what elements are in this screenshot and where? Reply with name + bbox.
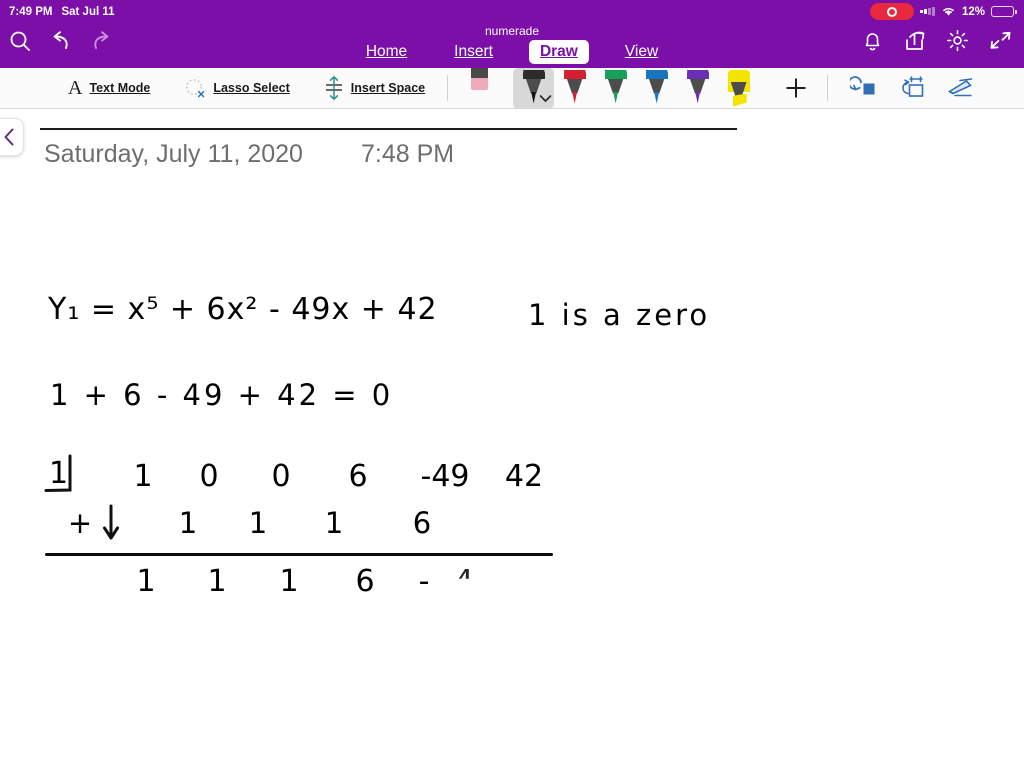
battery-icon <box>991 6 1017 17</box>
pen-red-icon <box>560 68 590 109</box>
insert-space-button[interactable]: Insert Space <box>314 71 435 105</box>
text-mode-button[interactable]: A Text Mode <box>58 71 160 105</box>
back-button[interactable] <box>0 118 24 156</box>
synthetic-division-top-row: 1 0 0 6 -49 42 <box>133 459 544 494</box>
tab-draw[interactable]: Draw <box>528 40 589 64</box>
cellular-signal-icon <box>920 7 935 17</box>
note-canvas[interactable]: Saturday, July 11, 2020 7:48 PM Y₁ = x⁵ … <box>0 109 1024 768</box>
text-mode-icon: A <box>68 77 83 99</box>
ink-replay-button[interactable] <box>888 71 936 105</box>
plus-icon <box>783 75 809 101</box>
lasso-select-icon <box>184 77 206 99</box>
insert-space-label: Insert Space <box>350 81 426 95</box>
pen-green-icon <box>601 68 631 109</box>
page-header-rule <box>40 128 737 130</box>
status-clock: 7:49 PM <box>9 5 53 18</box>
ink-check-sum: 1 + 6 - 49 + 42 = 0 <box>50 378 394 412</box>
tab-view[interactable]: View <box>614 40 669 64</box>
ribbon-right-actions <box>862 29 1012 52</box>
status-date: Sat Jul 11 <box>61 5 115 18</box>
synthetic-division-result-row: 1 1 1 6 - 4 <box>136 564 474 599</box>
pen-tray <box>458 67 759 109</box>
lasso-select-button[interactable]: Lasso Select <box>174 71 299 105</box>
add-pen-button[interactable] <box>773 71 819 105</box>
ink-equation: Y₁ = x⁵ + 6x² - 49x + 42 <box>48 292 438 327</box>
arrow-down-icon <box>98 504 124 549</box>
chevron-down-icon[interactable] <box>539 90 552 108</box>
toolbar-divider-2 <box>827 75 829 101</box>
ink-side-note: 1 is a zero <box>528 298 711 332</box>
synthetic-division-divisor: 1 <box>49 456 69 491</box>
synthetic-division-rule <box>45 553 553 556</box>
page-date-label: Saturday, July 11, 2020 <box>44 140 303 168</box>
lasso-select-label: Lasso Select <box>213 81 290 95</box>
pen-slot-green[interactable] <box>595 68 636 109</box>
ink-editor-button[interactable] <box>936 71 984 105</box>
draw-toolbar: A Text Mode Lasso Select Insert Space <box>0 67 1024 109</box>
highlighter-yellow-icon <box>724 68 754 109</box>
gear-icon[interactable] <box>946 29 969 52</box>
status-bar-left: 7:49 PM Sat Jul 11 <box>0 6 115 18</box>
ink-eraser-pen-icon <box>946 77 974 99</box>
share-icon[interactable] <box>903 30 926 52</box>
collapse-ribbon-icon[interactable] <box>989 30 1012 51</box>
pen-slot-gap <box>499 68 513 109</box>
page-header: Saturday, July 11, 2020 7:48 PM <box>44 140 454 169</box>
bell-icon[interactable] <box>862 30 883 52</box>
chevron-left-icon <box>3 128 16 146</box>
battery-percent-label: 12% <box>961 5 985 18</box>
pen-slot-eraser[interactable] <box>458 67 499 109</box>
pen-slot-blue[interactable] <box>636 68 677 109</box>
toolbar-divider <box>447 75 449 101</box>
pen-slot-highlighter[interactable] <box>718 68 759 109</box>
eraser-icon <box>464 67 494 109</box>
record-pill-icon[interactable] <box>870 3 915 20</box>
record-dot-icon <box>887 6 898 17</box>
pen-purple-icon <box>683 68 713 109</box>
pen-slot-black[interactable] <box>513 67 555 109</box>
ink-to-shape-icon <box>850 76 878 100</box>
ink-to-shape-button[interactable] <box>840 71 888 105</box>
status-bar: 7:49 PM Sat Jul 11 12% <box>0 0 1024 23</box>
wifi-icon <box>941 6 956 17</box>
ribbon-bar: numerade Home Insert Draw View <box>0 23 1024 68</box>
insert-space-icon <box>324 75 344 101</box>
tab-home[interactable]: Home <box>355 40 418 64</box>
pen-slot-red[interactable] <box>554 68 595 109</box>
text-mode-label: Text Mode <box>89 81 151 95</box>
pen-slot-purple[interactable] <box>677 68 718 109</box>
status-bar-right: 12% <box>870 3 1024 20</box>
draw-mode-tools: A Text Mode Lasso Select Insert Space <box>0 71 435 105</box>
pen-blue-icon <box>642 68 672 109</box>
ink-replay-icon <box>898 75 926 101</box>
app-root: 7:49 PM Sat Jul 11 12% numerade Home Ins… <box>0 0 1024 768</box>
tab-insert[interactable]: Insert <box>443 40 504 64</box>
page-time-label: 7:48 PM <box>360 140 455 168</box>
